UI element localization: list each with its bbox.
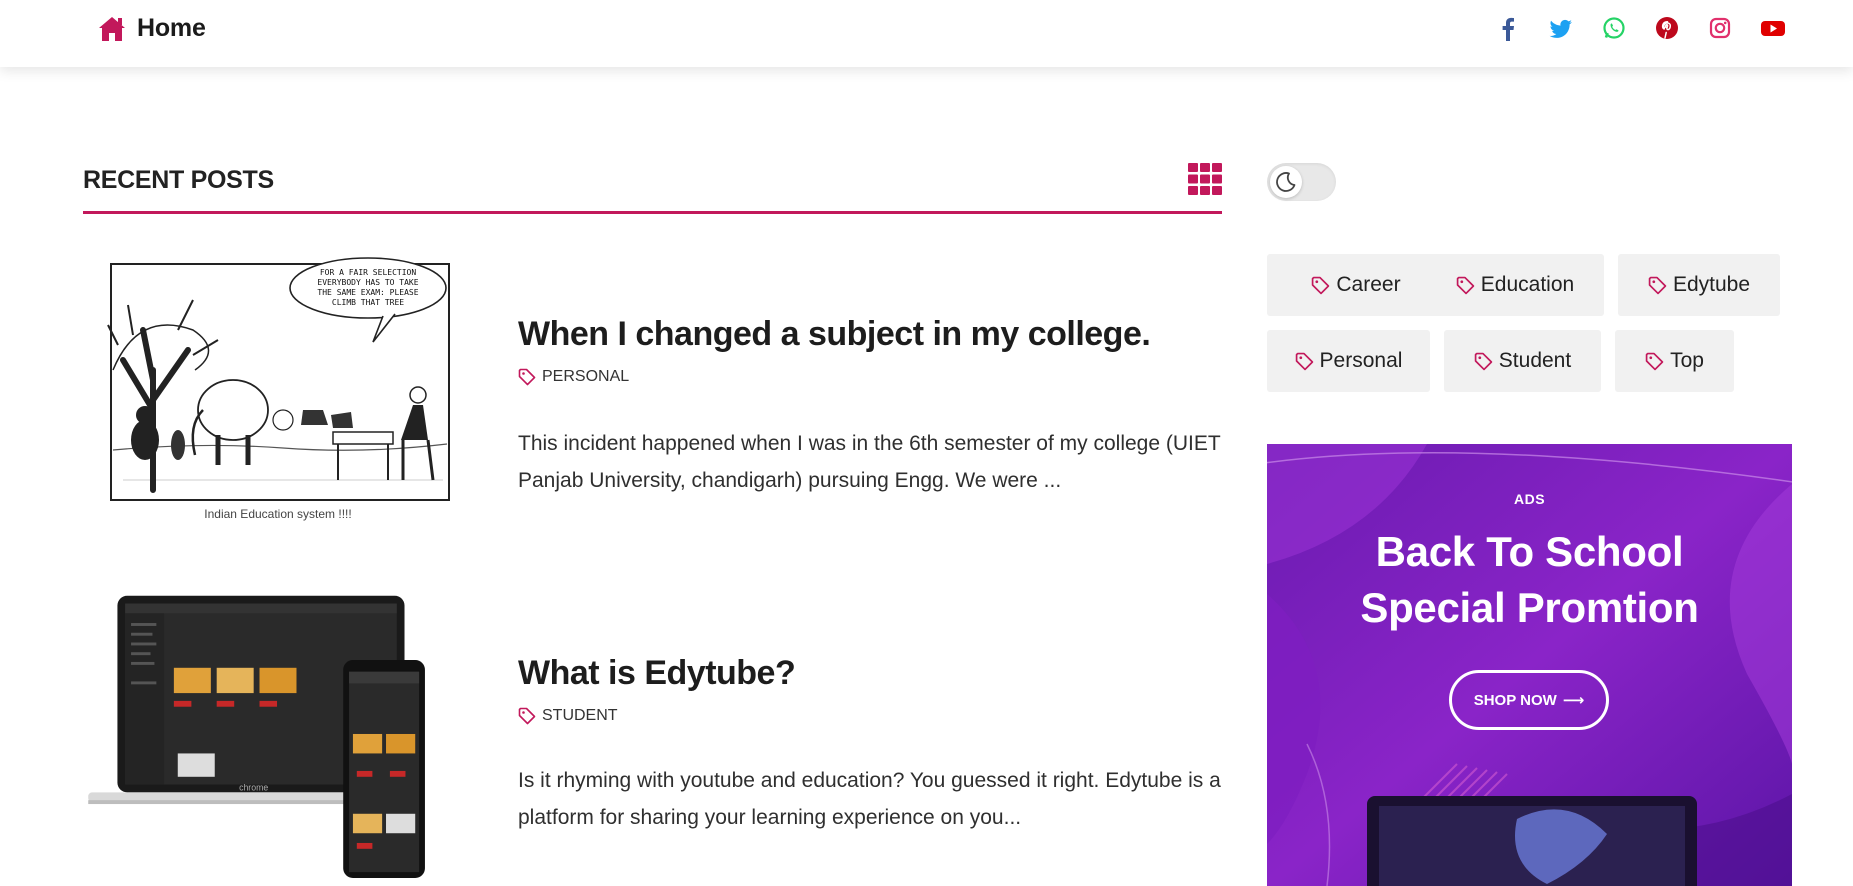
- twitter-icon: [1549, 19, 1572, 38]
- post-tag-label: STUDENT: [542, 707, 618, 724]
- home-label: Home: [137, 14, 206, 42]
- tag-chip-label: Edytube: [1672, 273, 1751, 296]
- tag-chip-personal[interactable]: Personal: [1267, 330, 1430, 392]
- post-tag[interactable]: STUDENT: [518, 707, 618, 725]
- tag-chip-label: Top: [1670, 349, 1704, 372]
- post-title[interactable]: When I changed a subject in my college.: [518, 315, 1151, 354]
- svg-text:EVERYBODY HAS TO TAKE: EVERYBODY HAS TO TAKE: [317, 278, 418, 287]
- facebook-icon: [1502, 17, 1514, 41]
- shop-now-label: SHOP NOW: [1473, 691, 1557, 709]
- tag-icon: [1295, 352, 1313, 370]
- tag-chip-label: Student: [1498, 349, 1572, 372]
- post-title[interactable]: What is Edytube?: [518, 654, 796, 693]
- post-card: chrome What is Edytube? STUDENT Is it rh…: [83, 588, 1222, 878]
- post-thumbnail-devices[interactable]: chrome: [83, 588, 473, 878]
- youtube-link[interactable]: [1761, 15, 1785, 41]
- recent-posts-header: RECENT POSTS: [83, 160, 1222, 214]
- whatsapp-link[interactable]: [1602, 15, 1626, 41]
- tag-icon: [1312, 276, 1330, 294]
- post-thumbnail-cartoon[interactable]: FOR A FAIR SELECTION EVERYBODY HAS TO TA…: [83, 250, 473, 540]
- home-link[interactable]: Home: [97, 14, 206, 43]
- ad-title-line1: Back To School: [1375, 528, 1684, 575]
- ad-title-line2: Special Promtion: [1360, 584, 1699, 631]
- tag-icon: [1474, 352, 1493, 370]
- moon-icon: [1276, 172, 1296, 192]
- tag-icon: [1456, 276, 1475, 294]
- tag-chip-student[interactable]: Student: [1444, 330, 1601, 392]
- tag-chip-career[interactable]: Career: [1267, 254, 1445, 316]
- post-excerpt: This incident happened when I was in the…: [518, 432, 1221, 492]
- ad-banner[interactable]: ADS Back To School Special Promtion SHOP…: [1267, 444, 1792, 886]
- instagram-icon: [1709, 17, 1731, 39]
- twitter-link[interactable]: [1549, 15, 1573, 41]
- svg-text:FOR A FAIR SELECTION: FOR A FAIR SELECTION: [320, 268, 417, 277]
- facebook-link[interactable]: [1496, 15, 1520, 41]
- instagram-link[interactable]: [1708, 15, 1732, 41]
- tag-icon: [518, 368, 536, 386]
- youtube-icon: [1761, 21, 1785, 36]
- tag-icon: [1648, 276, 1667, 294]
- tag-chip-education[interactable]: Education: [1426, 254, 1604, 316]
- tag-chip-label: Career: [1336, 273, 1401, 296]
- tag-chip-label: Personal: [1319, 349, 1403, 372]
- arrow-right-icon: ⟶: [1562, 692, 1585, 709]
- tag-icon: [1645, 352, 1664, 370]
- ad-title: Back To School Special Promtion: [1267, 524, 1792, 636]
- tag-chip-edytube[interactable]: Edytube: [1618, 254, 1780, 316]
- section-title: RECENT POSTS: [83, 166, 274, 194]
- toggle-knob: [1270, 166, 1302, 198]
- laptop-brand: chrome: [239, 782, 268, 792]
- social-links: [1496, 15, 1785, 41]
- grid-view-button[interactable]: [1188, 163, 1222, 195]
- tag-icon: [518, 707, 536, 725]
- ad-label: ADS: [1513, 491, 1546, 507]
- top-navbar: Home: [0, 0, 1853, 67]
- dark-mode-toggle[interactable]: [1267, 163, 1336, 201]
- shop-now-button[interactable]: SHOP NOW ⟶: [1449, 670, 1609, 730]
- grid-icon: [1188, 163, 1222, 195]
- thumbnail-caption: Indian Education system !!!!: [204, 507, 351, 521]
- post-card: FOR A FAIR SELECTION EVERYBODY HAS TO TA…: [83, 250, 1222, 540]
- svg-text:CLIMB THAT TREE: CLIMB THAT TREE: [332, 298, 404, 307]
- svg-text:THE SAME EXAM: PLEASE: THE SAME EXAM: PLEASE: [317, 288, 418, 297]
- tag-chip-top[interactable]: Top: [1615, 330, 1734, 392]
- tag-chip-label: Education: [1480, 273, 1575, 296]
- pinterest-icon: [1656, 17, 1678, 39]
- whatsapp-icon: [1603, 17, 1625, 39]
- post-excerpt: Is it rhyming with youtube and education…: [518, 769, 1221, 829]
- pinterest-link[interactable]: [1655, 15, 1679, 41]
- home-icon: [99, 16, 125, 41]
- post-tag[interactable]: PERSONAL: [518, 368, 629, 386]
- ad-background: [1267, 444, 1792, 886]
- post-tag-label: PERSONAL: [542, 368, 630, 385]
